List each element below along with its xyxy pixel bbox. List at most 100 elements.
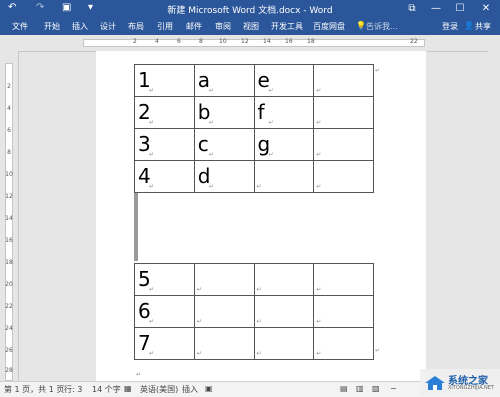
table-cell[interactable]: g ↵ (253, 128, 315, 161)
tab-home[interactable]: 开始 (44, 21, 60, 32)
cell-end-mark: ↵ (196, 350, 202, 357)
table-cell[interactable]: ↵ (193, 295, 255, 328)
cell-end-mark: ↵ (208, 183, 214, 190)
table-row: 5 ↵ ↵ ↵ ↵ (134, 263, 374, 296)
table-cell[interactable]: 1 ↵ (134, 64, 195, 97)
tab-developer[interactable]: 开发工具 (271, 21, 303, 32)
document-page[interactable]: 1 ↵ a ↵ e ↵ ↵ 2 ↵ b ↵ f ↵ ↵ 3 ↵ c ↵ g ↵ ↵ 4 ↵ d ↵ ↵ ↵ ↵ 5 ↵ ↵ ↵ ↵ 6 ↵ ↵ ↵ ↵… (96, 51, 426, 381)
tab-insert[interactable]: 插入 (72, 21, 88, 32)
table-cell[interactable]: 4 ↵ (134, 160, 195, 193)
tab-layout[interactable]: 布局 (128, 21, 144, 32)
ruler-number: 28 (5, 367, 13, 374)
table-cell[interactable]: c ↵ (193, 128, 255, 161)
ruler-number: 22 (410, 38, 418, 45)
table-cell[interactable]: a ↵ (193, 64, 255, 97)
table-cell[interactable]: 5 ↵ (134, 263, 195, 296)
table-cell[interactable]: ↵ (253, 327, 315, 360)
table-cell[interactable]: ↵ (313, 327, 374, 360)
table-cell[interactable]: e ↵ (253, 64, 315, 97)
tab-file[interactable]: 文件 (12, 21, 28, 32)
table-cell[interactable]: b ↵ (193, 96, 255, 129)
word-count[interactable]: 14 个字 (92, 384, 121, 395)
ruler-number: 18 (5, 259, 13, 266)
table-cell[interactable]: 3 ↵ (134, 128, 195, 161)
read-mode-icon[interactable]: ▤ (340, 384, 348, 393)
table-row: 7 ↵ ↵ ↵ ↵ (134, 327, 374, 360)
login-button[interactable]: 登录 (442, 21, 458, 32)
web-layout-icon[interactable]: ▧ (372, 384, 380, 393)
ribbon-display-icon[interactable]: ⧉ (402, 1, 422, 17)
tell-me-input[interactable]: 告诉我... (366, 21, 398, 32)
table-cell[interactable]: ↵ (313, 263, 374, 296)
ribbon-tabs: 文件 开始 插入 设计 布局 引用 邮件 审阅 视图 开发工具 百度网盘 💡 告… (0, 18, 500, 35)
table-cell[interactable]: ↵ (313, 295, 374, 328)
table-cell[interactable]: ↵ (253, 263, 315, 296)
table-row: 4 ↵ d ↵ ↵ ↵ (134, 160, 374, 193)
table-cell[interactable]: 2 ↵ (134, 96, 195, 129)
tab-review[interactable]: 审阅 (215, 21, 231, 32)
table-row: 1 ↵ a ↵ e ↵ ↵ (134, 64, 374, 97)
ruler-number: 14 (5, 215, 13, 222)
macro-icon[interactable]: ▣ (205, 384, 213, 393)
table-lower[interactable]: 5 ↵ ↵ ↵ ↵ 6 ↵ ↵ ↵ ↵ 7 ↵ ↵ ↵ ↵ (134, 263, 374, 360)
horizontal-ruler[interactable]: 2 4 6 8 10 12 14 16 18 22 (0, 35, 500, 52)
close-icon[interactable]: ✕ (476, 1, 496, 17)
table-row: 3 ↵ c ↵ g ↵ ↵ (134, 128, 374, 161)
table-cell[interactable]: ↵ (313, 64, 374, 97)
ruler-number: 16 (285, 38, 293, 45)
ruler-number: 4 (7, 105, 11, 112)
tab-references[interactable]: 引用 (157, 21, 173, 32)
site-watermark: 系统之家 XITONGZHIJIA.NET (420, 369, 500, 396)
table-cell[interactable]: ↵ (193, 263, 255, 296)
proofing-icon[interactable]: ▦ (124, 384, 132, 393)
table-upper[interactable]: 1 ↵ a ↵ e ↵ ↵ 2 ↵ b ↵ f ↵ ↵ 3 ↵ c ↵ g ↵ ↵ 4 ↵ d ↵ ↵ ↵ (134, 64, 374, 193)
row-end-mark: ↵ (375, 347, 381, 354)
ruler-number: 8 (199, 38, 203, 45)
ruler-number: 8 (7, 149, 11, 156)
ruler-number: 10 (219, 38, 227, 45)
line-count[interactable]: 行: 3 (64, 384, 82, 395)
table-cell[interactable]: ↵ (193, 327, 255, 360)
ruler-number: 14 (263, 38, 271, 45)
table-cell[interactable]: f ↵ (253, 96, 315, 129)
table-cell[interactable]: ↵ (253, 160, 315, 193)
ruler-number: 12 (241, 38, 249, 45)
maximize-icon[interactable]: ☐ (450, 1, 470, 17)
language[interactable]: 英语(美国) (140, 384, 178, 395)
window-title: 新建 Microsoft Word 文档.docx - Word (167, 6, 333, 16)
tab-design[interactable]: 设计 (100, 21, 116, 32)
lightbulb-icon: 💡 (356, 21, 366, 30)
ruler-number: 20 (5, 281, 13, 288)
zoom-out-icon[interactable]: − (390, 384, 397, 393)
insert-mode[interactable]: 插入 (182, 384, 198, 395)
cell-end-mark: ↵ (316, 183, 322, 190)
minimize-icon[interactable]: — (426, 1, 446, 17)
table-cell[interactable]: ↵ (313, 160, 374, 193)
table-row: 2 ↵ b ↵ f ↵ ↵ (134, 96, 374, 129)
paragraph-mark: ↵ (136, 371, 142, 378)
ruler-number: 6 (7, 127, 11, 134)
table-cell[interactable]: 7 ↵ (134, 327, 195, 360)
ruler-number: 10 (5, 171, 13, 178)
cell-end-mark: ↵ (256, 183, 262, 190)
table-row: 6 ↵ ↵ ↵ ↵ (134, 295, 374, 328)
tab-baidu-netdisk[interactable]: 百度网盘 (313, 21, 345, 32)
ruler-number: 18 (307, 38, 315, 45)
table-cell[interactable]: d ↵ (193, 160, 255, 193)
table-cell[interactable]: ↵ (313, 128, 374, 161)
cell-text: c (197, 132, 209, 156)
vertical-scrollbar[interactable] (488, 51, 500, 381)
table-cell[interactable]: ↵ (253, 295, 315, 328)
tab-view[interactable]: 视图 (243, 21, 259, 32)
table-cell[interactable]: ↵ (313, 96, 374, 129)
tab-mailings[interactable]: 邮件 (186, 21, 202, 32)
share-icon: 👤 (464, 21, 474, 30)
cell-end-mark: ↵ (316, 350, 322, 357)
print-layout-icon[interactable]: ▥ (356, 384, 364, 393)
page-count[interactable]: 第 1 页，共 1 页 (4, 384, 64, 395)
ruler-number: 4 (155, 38, 159, 45)
title-bar: ↶ ↷ ▣ ▾ 新建 Microsoft Word 文档.docx - Word… (0, 0, 500, 18)
share-button[interactable]: 共享 (475, 21, 491, 32)
table-cell[interactable]: 6 ↵ (134, 295, 195, 328)
vertical-ruler[interactable]: 2 4 6 8 10 12 14 16 18 20 22 24 26 28 (0, 51, 19, 381)
